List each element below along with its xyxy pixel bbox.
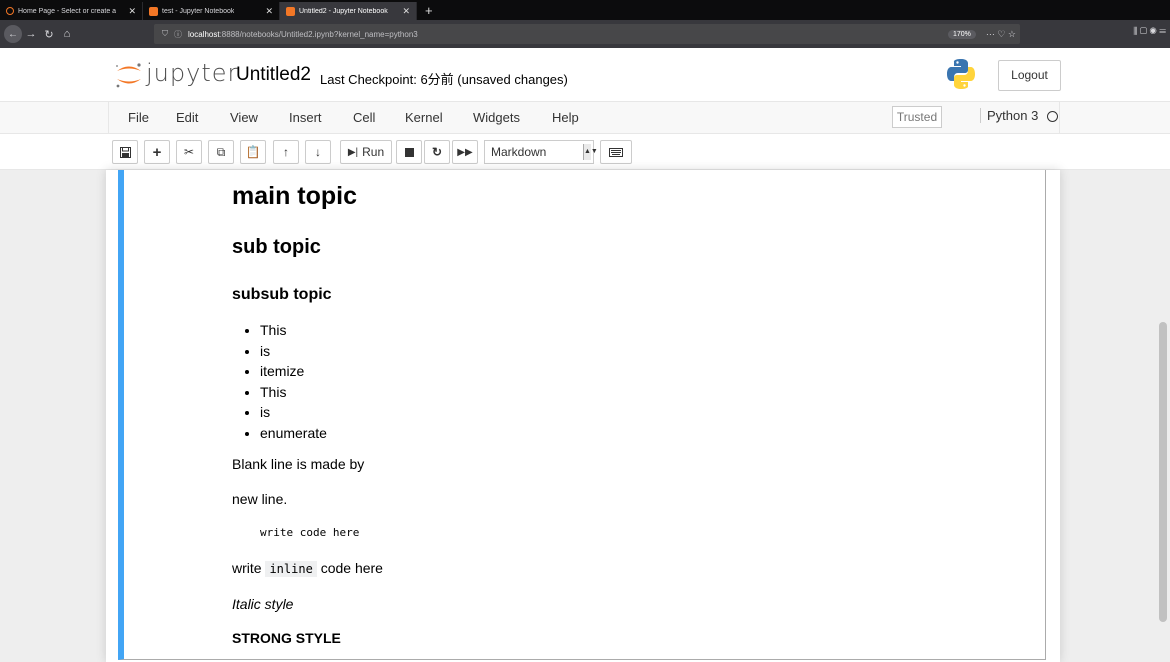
browser-tab-home[interactable]: Home Page - Select or create a ✕ xyxy=(0,2,143,20)
cell-type-value: Markdown xyxy=(491,145,547,159)
bullet-list: This is itemize This is enumerate xyxy=(246,320,327,443)
stop-icon xyxy=(404,147,414,157)
text: write xyxy=(232,560,262,576)
page-actions-icon[interactable]: ··· ♡ ☆ xyxy=(982,29,1020,40)
trusted-indicator[interactable]: Trusted xyxy=(892,106,942,128)
menu-file[interactable]: File xyxy=(128,110,149,125)
menu-help[interactable]: Help xyxy=(552,110,579,125)
plus-icon: + xyxy=(152,143,162,161)
keyboard-icon xyxy=(609,147,623,157)
paragraph: Blank line is made by xyxy=(232,456,365,472)
list-item: is xyxy=(260,341,327,362)
jupyter-favicon-icon xyxy=(6,7,14,15)
text: code here xyxy=(320,560,383,576)
close-tab-icon[interactable]: ✕ xyxy=(265,6,273,17)
paste-button[interactable]: 📋 xyxy=(240,140,266,164)
step-forward-icon: ▶| xyxy=(347,146,359,158)
url-host: localhost xyxy=(188,29,220,39)
kernel-name[interactable]: Python 3 xyxy=(980,108,1038,123)
list-item: enumerate xyxy=(260,423,327,444)
arrow-down-icon: ↓ xyxy=(315,145,321,159)
move-down-button[interactable]: ↓ xyxy=(305,140,331,164)
notebook-favicon-icon xyxy=(286,6,295,16)
jupyter-logo-icon[interactable] xyxy=(114,62,144,88)
home-icon[interactable]: ⌂ xyxy=(58,28,76,40)
insert-cell-button[interactable]: + xyxy=(144,140,170,164)
checkpoint-status: Last Checkpoint: 6分前 (unsaved changes) xyxy=(320,72,568,87)
restart-run-all-button[interactable]: ▶▶ xyxy=(452,140,478,164)
copy-button[interactable]: ⧉ xyxy=(208,140,234,164)
code-block: write code here xyxy=(260,526,360,539)
browser-menu-icons[interactable]: ⫼ ▢ ◉ ☰ xyxy=(1133,26,1166,37)
list-item: This xyxy=(260,382,327,403)
italic-text: Italic style xyxy=(232,596,294,612)
scissors-icon: ✂ xyxy=(183,145,195,159)
cut-button[interactable]: ✂ xyxy=(176,140,202,164)
heading-3: subsub topic xyxy=(232,286,332,303)
menu-view[interactable]: View xyxy=(230,110,258,125)
restart-icon: ↻ xyxy=(431,145,443,159)
reload-icon[interactable]: ↻ xyxy=(40,28,58,41)
heading-2: sub topic xyxy=(232,236,321,258)
copy-icon: ⧉ xyxy=(216,144,226,159)
strong-text: STRONG STYLE xyxy=(232,630,341,646)
info-icon: ⓘ xyxy=(174,29,182,39)
heading-1: main topic xyxy=(232,182,358,210)
command-palette-button[interactable] xyxy=(600,140,632,164)
list-item: itemize xyxy=(260,361,327,382)
url-bar[interactable]: ⛉ ⓘ localhost:8888/notebooks/Untitled2.i… xyxy=(154,24,1020,44)
cell-type-select[interactable]: Markdown ▲▼ xyxy=(484,140,598,164)
inline-code: inline xyxy=(265,561,317,577)
list-item: This xyxy=(260,320,327,341)
forward-arrow-icon[interactable]: → xyxy=(22,28,40,40)
tab-label: Home Page - Select or create a xyxy=(18,7,117,15)
interrupt-button[interactable] xyxy=(396,140,422,164)
menu-widgets[interactable]: Widgets xyxy=(473,110,520,125)
menu-edit[interactable]: Edit xyxy=(176,110,198,125)
paste-icon: 📋 xyxy=(245,145,261,159)
chevron-down-icon: ▲▼ xyxy=(583,144,598,160)
jupyter-header: jupyter Untitled2 Last Checkpoint: 6分前 (… xyxy=(0,48,1170,102)
browser-tab-test[interactable]: test - Jupyter Notebook ✕ xyxy=(143,2,280,20)
tab-label: test - Jupyter Notebook xyxy=(162,7,235,15)
save-button[interactable] xyxy=(112,140,138,164)
run-button[interactable]: ▶| Run xyxy=(340,140,392,164)
paragraph: new line. xyxy=(232,491,288,507)
back-arrow-icon[interactable]: ← xyxy=(4,25,22,43)
fast-forward-icon: ▶▶ xyxy=(457,146,473,158)
browser-nav-bar: ← → ↻ ⌂ ⛉ ⓘ localhost:8888/notebooks/Unt… xyxy=(0,20,1170,48)
move-up-button[interactable]: ↑ xyxy=(273,140,299,164)
run-label: Run xyxy=(362,145,385,159)
inline-code-paragraph: write inline code here xyxy=(232,560,383,577)
new-tab-button[interactable]: + xyxy=(417,2,441,20)
python-logo-icon xyxy=(947,59,975,89)
scrollbar-thumb[interactable] xyxy=(1159,322,1167,622)
list-item: is xyxy=(260,402,327,423)
save-icon xyxy=(119,146,131,158)
close-tab-icon[interactable]: ✕ xyxy=(402,6,410,17)
browser-tab-bar: Home Page - Select or create a ✕ test - … xyxy=(0,0,1170,20)
menu-kernel[interactable]: Kernel xyxy=(405,110,443,125)
close-tab-icon[interactable]: ✕ xyxy=(128,6,136,17)
arrow-up-icon: ↑ xyxy=(283,145,289,159)
kernel-idle-icon xyxy=(1047,111,1058,122)
browser-tab-untitled2[interactable]: Untitled2 - Jupyter Notebook ✕ xyxy=(280,2,417,20)
zoom-level[interactable]: 170% xyxy=(947,29,976,39)
logout-button[interactable]: Logout xyxy=(998,60,1061,91)
restart-button[interactable]: ↻ xyxy=(424,140,450,164)
tab-label: Untitled2 - Jupyter Notebook xyxy=(299,7,388,15)
jupyter-wordmark: jupyter xyxy=(146,59,239,87)
notebook-title[interactable]: Untitled2 xyxy=(236,64,311,86)
menu-cell[interactable]: Cell xyxy=(353,110,375,125)
url-path: :8888/notebooks/Untitled2.ipynb?kernel_n… xyxy=(219,29,418,39)
notebook-favicon-icon xyxy=(149,6,158,16)
shield-icon: ⛉ xyxy=(162,29,168,38)
menu-insert[interactable]: Insert xyxy=(289,110,322,125)
